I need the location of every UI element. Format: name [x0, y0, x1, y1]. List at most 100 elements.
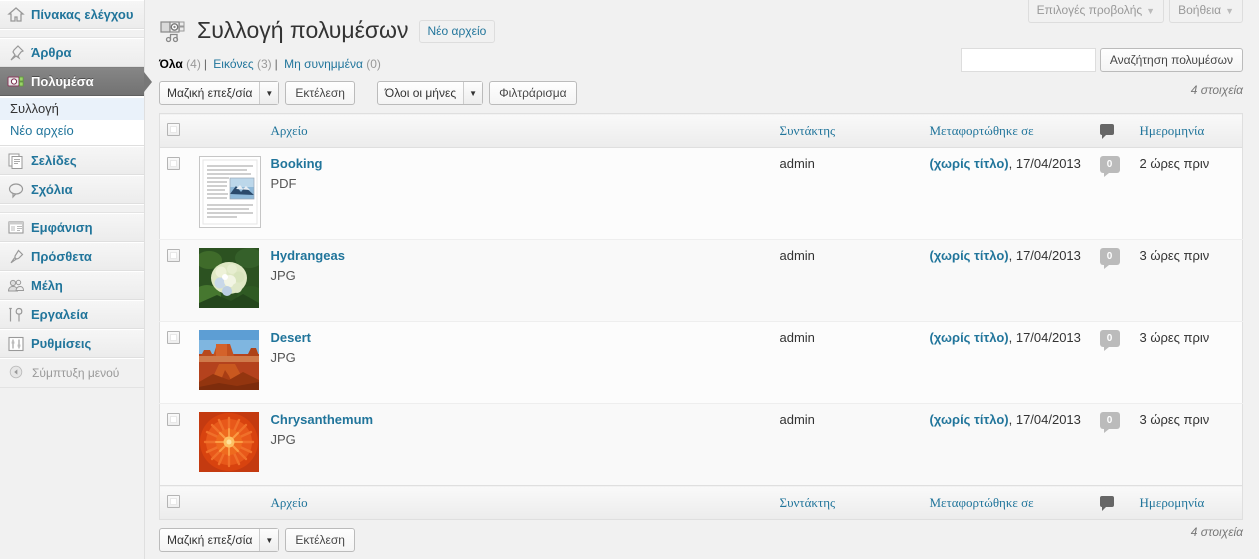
parent-link[interactable]: (χωρίς τίτλο): [930, 156, 1009, 171]
sidebar-item-pages[interactable]: Σελίδες: [0, 146, 144, 175]
help-tab[interactable]: Βοήθεια ▼: [1169, 0, 1243, 23]
file-type: JPG: [270, 432, 296, 447]
bulk-action-value: Μαζική επεξ/σία: [167, 86, 253, 100]
search-box: Αναζήτηση πολυμέσων: [960, 48, 1243, 72]
table-row[interactable]: Booking PDF admin (χωρίς τίτλο), 17/04/2…: [159, 147, 1243, 240]
comments-column-header[interactable]: [1092, 113, 1133, 148]
sidebar-item-tools[interactable]: Εργαλεία: [0, 300, 144, 329]
row-author-cell[interactable]: admin: [772, 403, 923, 486]
sidebar-item-settings[interactable]: Ρυθμίσεις: [0, 329, 144, 358]
file-column-header[interactable]: Αρχείο: [263, 113, 773, 148]
row-checkbox[interactable]: [167, 249, 180, 262]
row-checkbox[interactable]: [167, 157, 180, 170]
chevron-down-icon: ▼: [259, 82, 279, 104]
file-column-footer[interactable]: Αρχείο: [263, 485, 773, 520]
document-preview-thumb[interactable]: [198, 156, 261, 231]
filter-button[interactable]: Φιλτράρισμα: [489, 81, 577, 105]
media-table: Αρχείο Συντάκτης Μεταφορτώθηκε σε Ημερομ…: [159, 113, 1243, 520]
months-filter-value: Όλοι οι μήνες: [384, 86, 457, 100]
filter-link-unattached[interactable]: Μη συνημμένα: [284, 57, 363, 71]
parent-link[interactable]: (χωρίς τίτλο): [930, 412, 1009, 427]
comments-column-footer[interactable]: [1092, 485, 1133, 520]
file-title-link[interactable]: Hydrangeas: [271, 248, 766, 264]
submenu-item-add-new[interactable]: Νέο αρχείο: [0, 120, 144, 142]
bulk-action-value: Μαζική επεξ/σία: [167, 533, 253, 547]
parent-column-footer[interactable]: Μεταφορτώθηκε σε: [922, 485, 1093, 520]
tablenav-top: Μαζική επεξ/σία ▼ Εκτέλεση Όλοι οι μήνες…: [159, 78, 1243, 113]
filter-count-images: (3): [256, 57, 272, 71]
desert-thumb[interactable]: [198, 330, 259, 390]
apply-button-top[interactable]: Εκτέλεση: [285, 81, 355, 105]
comment-count-badge[interactable]: 0: [1099, 248, 1120, 269]
sidebar-item-dashboard[interactable]: Πίνακας ελέγχου: [0, 0, 144, 29]
sidebar-item-media[interactable]: Πολυμέσα: [0, 67, 152, 96]
main-content: Επιλογές προβολής ▼ Βοήθεια ▼ Συλλογή πο…: [145, 0, 1259, 559]
parent-column-header[interactable]: Μεταφορτώθηκε σε: [922, 113, 1093, 148]
icon-column-footer: [191, 485, 264, 520]
bulk-action-select-bottom[interactable]: Μαζική επεξ/σία ▼: [159, 528, 280, 552]
select-all-checkbox-bottom[interactable]: [167, 495, 180, 508]
table-row[interactable]: Hydrangeas JPG admin (χωρίς τίτλο), 17/0…: [159, 239, 1243, 322]
comment-count-badge[interactable]: 0: [1099, 330, 1120, 351]
file-type: JPG: [270, 350, 296, 365]
filter-link-all[interactable]: Όλα: [159, 57, 183, 71]
sidebar-item-posts[interactable]: Άρθρα: [0, 38, 144, 67]
menu-separator: [0, 204, 144, 213]
author-column-footer[interactable]: Συντάκτης: [772, 485, 923, 520]
file-title-link[interactable]: Chrysanthemum: [271, 412, 766, 428]
row-file-cell: Desert JPG: [263, 321, 773, 404]
table-row[interactable]: Desert JPG admin (χωρίς τίτλο), 17/04/20…: [159, 321, 1243, 404]
parent-date: , 17/04/2013: [1008, 412, 1081, 427]
settings-icon: [7, 335, 25, 353]
hydrangeas-thumb[interactable]: [198, 248, 259, 308]
row-author-cell[interactable]: admin: [773, 148, 923, 240]
comment-count-badge[interactable]: 0: [1099, 156, 1120, 177]
row-comments-cell: 0: [1093, 148, 1133, 240]
row-checkbox[interactable]: [167, 331, 180, 344]
sidebar-item-appearance[interactable]: Εμφάνιση: [0, 213, 144, 242]
search-input[interactable]: [960, 48, 1096, 72]
sidebar-item-users[interactable]: Μέλη: [0, 271, 144, 300]
date-column-header[interactable]: Ημερομηνία: [1132, 113, 1243, 148]
chevron-down-icon: ▼: [1225, 6, 1234, 16]
search-media-button[interactable]: Αναζήτηση πολυμέσων: [1099, 48, 1243, 72]
parent-date: , 17/04/2013: [1008, 248, 1081, 263]
submenu-item-library[interactable]: Συλλογή: [0, 98, 144, 120]
sidebar-item-plugins[interactable]: Πρόσθετα: [0, 242, 144, 271]
author-column-header[interactable]: Συντάκτης: [772, 113, 923, 148]
comment-bubble-icon: [1099, 123, 1114, 139]
screen-options-label: Επιλογές προβολής: [1036, 3, 1143, 17]
comment-count-badge[interactable]: 0: [1099, 412, 1120, 433]
parent-link[interactable]: (χωρίς τίτλο): [930, 248, 1009, 263]
table-row[interactable]: Chrysanthemum JPG admin (χωρίς τίτλο), 1…: [159, 403, 1243, 486]
parent-link[interactable]: (χωρίς τίτλο): [930, 330, 1009, 345]
chrysanthemum-thumb[interactable]: [198, 412, 259, 472]
screen-options-tab[interactable]: Επιλογές προβολής ▼: [1027, 0, 1165, 23]
collapse-menu-button[interactable]: Σύμπτυξη μενού: [0, 358, 144, 387]
collapse-arrow-icon: [8, 364, 26, 382]
bulk-action-select-top[interactable]: Μαζική επεξ/σία ▼: [159, 81, 280, 105]
sidebar-item-label: Εμφάνιση: [31, 220, 93, 235]
add-new-button[interactable]: Νέο αρχείο: [418, 20, 496, 43]
chevron-down-icon: ▼: [463, 82, 483, 104]
filter-link-images[interactable]: Εικόνες: [213, 57, 253, 71]
filter-divider: |: [203, 57, 207, 71]
row-checkbox[interactable]: [167, 413, 180, 426]
sidebar-item-label: Ρυθμίσεις: [31, 336, 92, 351]
plugins-plug-icon: [7, 248, 25, 266]
sidebar-item-comments[interactable]: Σχόλια: [0, 175, 144, 204]
file-title-link[interactable]: Desert: [271, 330, 766, 346]
date-column-footer[interactable]: Ημερομηνία: [1132, 485, 1243, 520]
table-footer-row: Αρχείο Συντάκτης Μεταφορτώθηκε σε Ημερομ…: [159, 485, 1243, 520]
row-author-cell[interactable]: admin: [772, 239, 923, 322]
filter-count-all: (4): [186, 57, 201, 71]
tools-icon: [7, 306, 25, 324]
pages-icon: [7, 152, 25, 170]
select-all-checkbox-top[interactable]: [167, 123, 180, 136]
dashboard-icon: [7, 6, 25, 24]
months-filter-select[interactable]: Όλοι οι μήνες ▼: [376, 81, 484, 105]
sidebar-item-label: Μέλη: [31, 278, 63, 293]
row-author-cell[interactable]: admin: [772, 321, 923, 404]
apply-button-bottom[interactable]: Εκτέλεση: [285, 528, 355, 552]
file-title-link[interactable]: Booking: [271, 156, 766, 172]
